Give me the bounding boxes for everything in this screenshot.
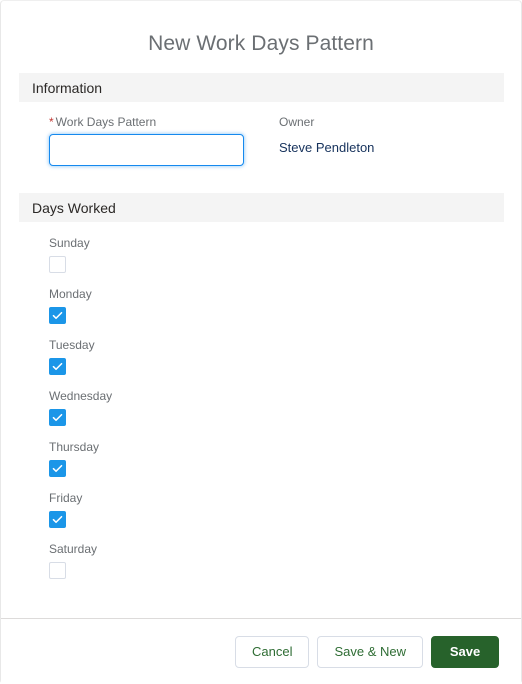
- day-label: Friday: [49, 491, 83, 505]
- new-work-days-pattern-modal: New Work Days Pattern Information * Work …: [0, 0, 522, 684]
- page-title: New Work Days Pattern: [148, 32, 374, 55]
- work-days-pattern-input[interactable]: [49, 134, 244, 166]
- days-worked-list: Sunday Monday Tuesday Wednesday Thursday Frid…: [1, 222, 521, 579]
- work-days-pattern-field: * Work Days Pattern: [19, 115, 261, 166]
- section-title-days-worked: Days Worked: [32, 199, 116, 216]
- day-checkbox[interactable]: [49, 562, 66, 579]
- check-icon: [52, 464, 63, 473]
- day-checkbox[interactable]: [49, 511, 66, 528]
- section-title-information: Information: [32, 79, 103, 96]
- day-item: Wednesday: [49, 389, 503, 426]
- day-label: Thursday: [49, 440, 100, 454]
- day-item: Sunday: [49, 236, 503, 273]
- day-checkbox[interactable]: [49, 460, 66, 477]
- check-icon: [52, 362, 63, 371]
- cancel-button[interactable]: Cancel: [234, 635, 310, 668]
- day-label: Sunday: [49, 236, 90, 250]
- work-days-pattern-label: * Work Days Pattern: [49, 115, 261, 130]
- section-header-information: Information: [19, 73, 504, 102]
- day-checkbox[interactable]: [49, 307, 66, 324]
- save-and-new-button[interactable]: Save & New: [317, 635, 423, 668]
- modal-footer: Cancel Save & New Save: [1, 618, 521, 684]
- day-label: Wednesday: [49, 389, 113, 403]
- day-item: Tuesday: [49, 338, 503, 375]
- modal-body: Information * Work Days Pattern Owner Ste…: [1, 73, 521, 618]
- work-days-pattern-label-text: Work Days Pattern: [55, 115, 157, 129]
- day-checkbox[interactable]: [49, 409, 66, 426]
- day-item: Saturday: [49, 542, 503, 579]
- day-checkbox[interactable]: [49, 256, 66, 273]
- owner-value: Steve Pendleton: [279, 140, 375, 155]
- section-header-days-worked: Days Worked: [19, 193, 504, 222]
- required-asterisk: *: [49, 115, 54, 129]
- owner-label: Owner: [279, 115, 315, 129]
- day-label: Tuesday: [49, 338, 95, 352]
- modal-header: New Work Days Pattern: [1, 1, 521, 73]
- check-icon: [52, 413, 63, 422]
- check-icon: [52, 515, 63, 524]
- owner-field: Owner Steve Pendleton: [261, 115, 503, 157]
- day-item: Friday: [49, 491, 503, 528]
- check-icon: [52, 311, 63, 320]
- information-section-body: * Work Days Pattern Owner Steve Pendleton: [1, 102, 521, 166]
- day-label: Monday: [49, 287, 92, 301]
- day-item: Monday: [49, 287, 503, 324]
- day-checkbox[interactable]: [49, 358, 66, 375]
- information-field-row: * Work Days Pattern Owner Steve Pendleton: [19, 115, 503, 166]
- day-item: Thursday: [49, 440, 503, 477]
- day-label: Saturday: [49, 542, 98, 556]
- save-button[interactable]: Save: [431, 635, 499, 668]
